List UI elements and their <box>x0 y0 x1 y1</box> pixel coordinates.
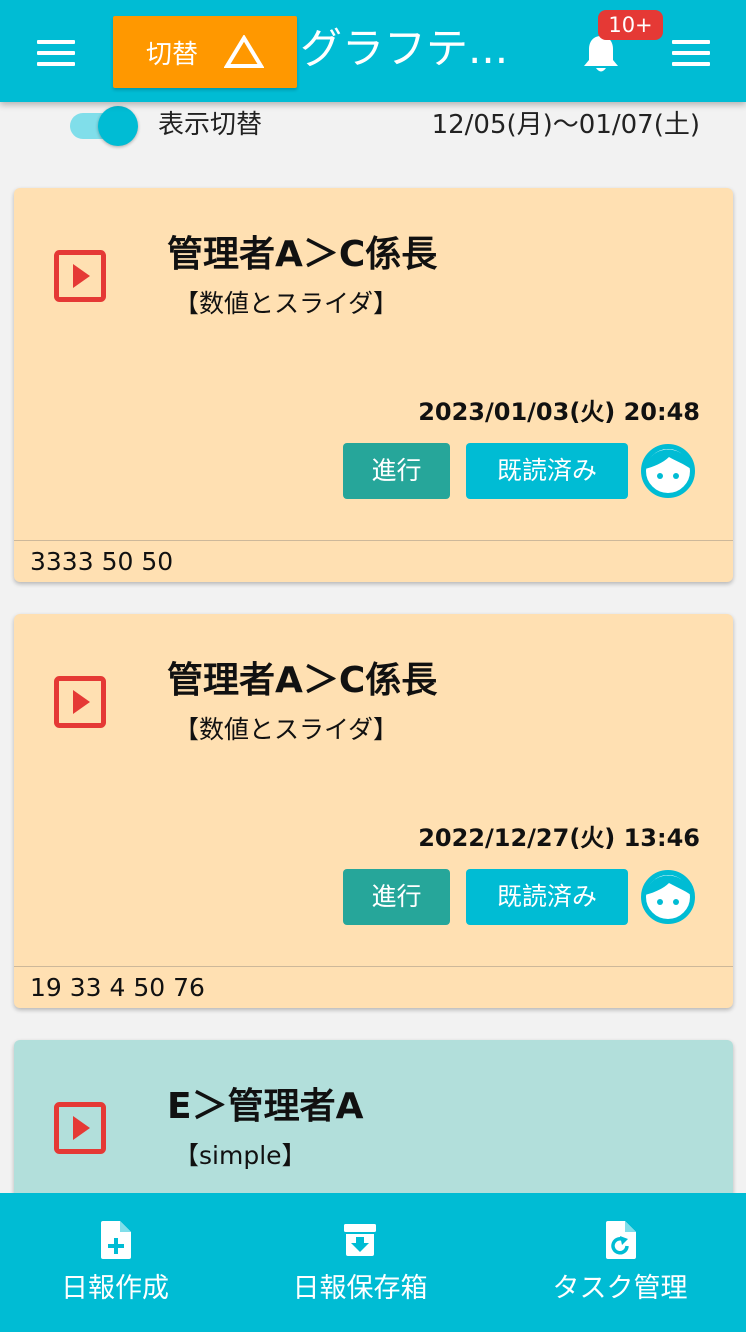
card-sender: 管理者A＞C係長 <box>167 660 438 701</box>
switch-button[interactable]: 切替 <box>113 16 297 88</box>
app-header: 切替 グラフテ... 10+ <box>0 0 746 102</box>
play-icon[interactable] <box>54 1102 106 1154</box>
triangle-warning-icon <box>224 35 264 68</box>
options-menu-icon[interactable] <box>672 40 710 66</box>
archive-download-icon <box>344 1224 376 1256</box>
nav-create-report[interactable]: 日報作成 <box>40 1193 190 1332</box>
nav-report-archive[interactable]: 日報保存箱 <box>270 1193 450 1332</box>
user-avatar-icon[interactable] <box>641 444 695 498</box>
nav-label: 日報保存箱 <box>292 1273 428 1304</box>
read-button[interactable]: 既読済み <box>466 869 628 925</box>
file-add-icon <box>101 1221 131 1259</box>
file-refresh-icon <box>606 1221 636 1259</box>
card-divider <box>14 966 733 967</box>
nav-label: タスク管理 <box>552 1273 688 1304</box>
play-icon[interactable] <box>54 676 106 728</box>
read-button[interactable]: 既読済み <box>466 443 628 499</box>
card-form-name: 【数値とスライダ】 <box>174 289 399 318</box>
progress-button[interactable]: 進行 <box>343 443 450 499</box>
page-title: グラフテ... <box>300 24 509 73</box>
toggle-knob <box>98 106 138 146</box>
card-values: 19 33 4 50 76 <box>30 973 205 1002</box>
display-toggle[interactable] <box>70 104 140 146</box>
card-sender: E＞管理者A <box>167 1086 364 1127</box>
menu-icon[interactable] <box>37 40 75 66</box>
toggle-label: 表示切替 <box>158 110 263 140</box>
report-card[interactable]: 管理者A＞C係長 【数値とスライダ】 2023/01/03(火) 20:48 進… <box>14 188 733 582</box>
nav-label: 日報作成 <box>61 1273 169 1304</box>
date-range[interactable]: 12/05(月)〜01/07(土) <box>432 106 700 144</box>
notification-badge: 10+ <box>598 10 663 40</box>
card-form-name: 【simple】 <box>174 1141 307 1170</box>
card-values: 3333 50 50 <box>30 547 174 576</box>
card-datetime: 2022/12/27(火) 13:46 <box>418 824 700 852</box>
progress-button[interactable]: 進行 <box>343 869 450 925</box>
bottom-navigation: 日報作成 日報保存箱 タスク管理 <box>0 1193 746 1332</box>
card-sender: 管理者A＞C係長 <box>167 234 438 275</box>
nav-task-management[interactable]: タスク管理 <box>530 1193 710 1332</box>
user-avatar-icon[interactable] <box>641 870 695 924</box>
card-datetime: 2023/01/03(火) 20:48 <box>418 398 700 426</box>
report-card[interactable]: 管理者A＞C係長 【数値とスライダ】 2022/12/27(火) 13:46 進… <box>14 614 733 1008</box>
card-form-name: 【数値とスライダ】 <box>174 715 399 744</box>
card-divider <box>14 540 733 541</box>
switch-button-label: 切替 <box>145 39 198 70</box>
play-icon[interactable] <box>54 250 106 302</box>
